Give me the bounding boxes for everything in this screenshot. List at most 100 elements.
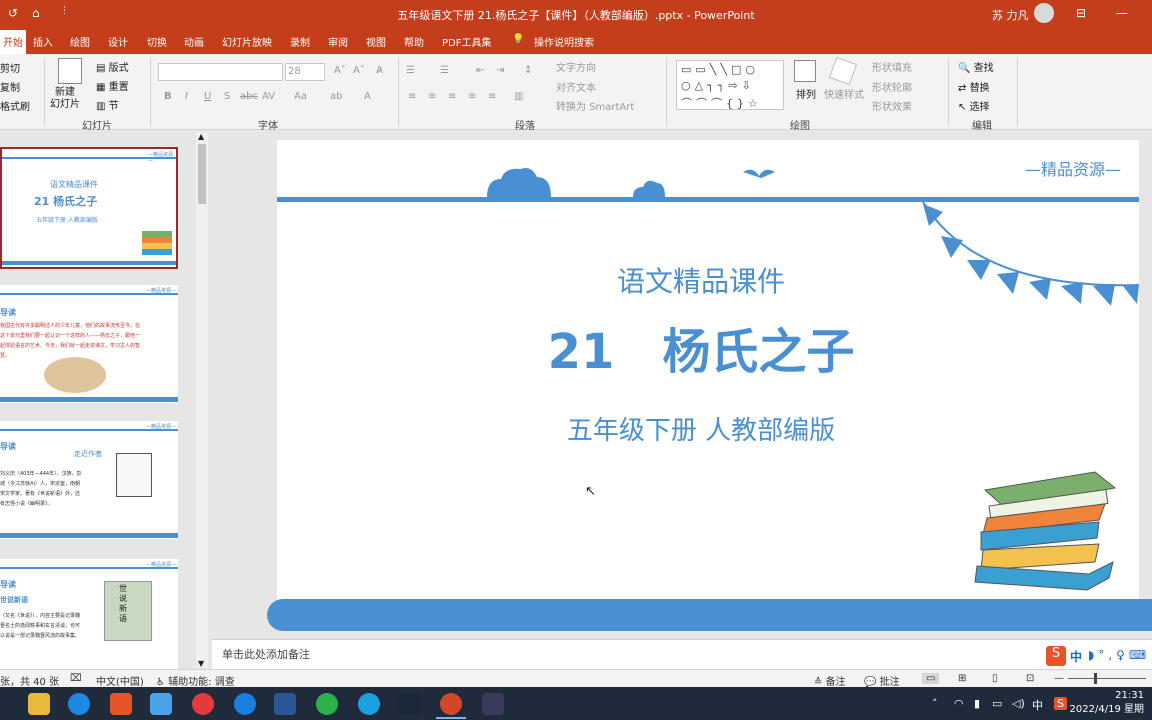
comments-button[interactable]: 💬 批注 (864, 673, 900, 688)
game-app-icon[interactable] (482, 693, 504, 715)
user-name[interactable]: 苏 力凡 (992, 7, 1029, 23)
steam-icon[interactable] (398, 693, 420, 715)
bold-icon[interactable]: B (164, 91, 172, 102)
system-clock[interactable]: 21:31 2022/4/19 星期 (1070, 689, 1144, 717)
tab-record[interactable]: 录制 (290, 34, 310, 49)
cut-button[interactable]: 剪切 (0, 60, 20, 75)
scroll-up-icon[interactable]: ▲ (198, 132, 204, 141)
grow-font-icon[interactable]: A˄ (334, 65, 346, 76)
convert-smartart-button[interactable]: 转换为 SmartArt (556, 98, 634, 113)
replace-button[interactable]: ⇄ 替换 (958, 79, 990, 94)
change-case-icon[interactable]: Aa (294, 91, 307, 102)
ime-toolbar[interactable]: S 中 ◗°,♀⌨ (1044, 644, 1152, 668)
columns-icon[interactable]: ▥ (514, 91, 523, 102)
scrollbar-thumb[interactable] (198, 144, 206, 204)
accessibility-status[interactable]: ♿ 辅助功能: 调查 (156, 673, 235, 688)
tab-review[interactable]: 审阅 (328, 34, 348, 49)
tab-help[interactable]: 帮助 (404, 34, 424, 49)
slide-subtitle[interactable]: 语文精品课件 (277, 260, 1125, 300)
netease-music-icon[interactable] (192, 693, 214, 715)
word-icon[interactable] (274, 693, 296, 715)
shadow-icon[interactable]: S (224, 91, 230, 102)
arrange-button[interactable]: 排列 (796, 86, 816, 101)
strikethrough-icon[interactable]: abc (240, 91, 258, 102)
ime-mode[interactable]: 中 (1070, 648, 1082, 665)
format-painter-button[interactable]: 格式刷 (0, 98, 30, 113)
scroll-down-icon[interactable]: ▼ (198, 659, 204, 668)
zoom-out-icon[interactable]: — (1054, 673, 1064, 684)
underline-icon[interactable]: U (204, 91, 211, 102)
italic-icon[interactable]: I (185, 91, 188, 102)
increase-indent-icon[interactable]: ⇥ (496, 65, 504, 76)
font-color-icon[interactable]: A (364, 91, 371, 102)
align-center-icon[interactable]: ≡ (428, 91, 436, 102)
highlight-icon[interactable]: ab (330, 91, 342, 102)
notes-button[interactable]: ≙ 备注 (814, 673, 846, 688)
tell-me-search[interactable]: 操作说明搜索 (534, 34, 594, 49)
new-slide-icon[interactable] (58, 58, 82, 84)
tab-pdf-tools[interactable]: PDF工具集 (442, 34, 491, 49)
shape-outline-button[interactable]: 形状轮廓 (872, 79, 912, 94)
wechat-icon[interactable] (316, 693, 338, 715)
zoom-slider-thumb[interactable] (1094, 673, 1097, 684)
section-button[interactable]: ▥ 节 (96, 97, 119, 112)
reset-button[interactable]: ▦ 重置 (96, 78, 129, 93)
tab-home[interactable]: 开始 (0, 30, 26, 54)
current-slide[interactable]: —精品资源— 语文精品课件 21 杨氏之子 五年级下册 人教部编版 (277, 140, 1139, 628)
font-size-combo[interactable]: 28 (285, 63, 325, 81)
mic-icon[interactable]: ▮ (974, 697, 980, 710)
clear-format-icon[interactable]: A̷ (376, 65, 383, 76)
slide-thumbnail-4[interactable]: —精品资源— 导读 世说新语 （又名《世说》），内容主要是记录魏晋名士的逸闻轶事… (0, 559, 178, 669)
slide-thumbnail-3[interactable]: —精品资源— 导读 走近作者 刘义庆（403年—444年），汉族，彭城（今江苏徐… (0, 421, 178, 539)
align-right-icon[interactable]: ≡ (448, 91, 456, 102)
bullets-icon[interactable]: ☰ (406, 65, 415, 76)
align-text-button[interactable]: 对齐文本 (556, 79, 596, 94)
slide-grade[interactable]: 五年级下册 人教部编版 (277, 410, 1125, 447)
ime-indicator[interactable]: 中 (1032, 697, 1043, 713)
tab-slideshow[interactable]: 幻灯片放映 (222, 34, 272, 49)
zoom-slider[interactable] (1068, 678, 1146, 679)
char-spacing-icon[interactable]: AV (262, 91, 275, 102)
slide-title[interactable]: 21 杨氏之子 (277, 312, 1125, 382)
tray-chevron-icon[interactable]: ˄ (932, 697, 938, 710)
ime-tool-icons[interactable]: ◗°,♀⌨ (1088, 648, 1150, 662)
shape-fill-button[interactable]: 形状填充 (872, 59, 912, 74)
reading-view-icon[interactable]: ▯ (992, 673, 998, 684)
find-button[interactable]: 🔍 查找 (958, 59, 994, 74)
shapes-gallery[interactable]: ▭▭╲╲□○ ○△┐┐⇨⇩ ⌒⌒⌒{}☆ (676, 60, 784, 110)
office-icon[interactable] (110, 693, 132, 715)
bilibili-icon[interactable] (150, 693, 172, 715)
tab-transitions[interactable]: 切换 (147, 34, 167, 49)
avatar[interactable] (1034, 3, 1054, 23)
slide-sorter-icon[interactable]: ⊞ (958, 673, 966, 684)
tab-animations[interactable]: 动画 (184, 34, 204, 49)
edge-icon[interactable] (68, 693, 90, 715)
volume-icon[interactable]: ◁) (1012, 697, 1025, 710)
sogou-ime-icon[interactable]: S (1046, 646, 1066, 666)
new-slide-button[interactable]: 新建 幻灯片 (50, 87, 80, 111)
justify-icon[interactable]: ≡ (468, 91, 476, 102)
notes-placeholder[interactable]: 单击此处添加备注 (222, 646, 310, 662)
tab-insert[interactable]: 插入 (33, 34, 53, 49)
slide-thumbnail-2[interactable]: —精品资源— 导读 我国古代有许多聪明过人的少年儿童，他们的故事流传至今。在这个… (0, 285, 178, 403)
browser-icon[interactable] (358, 693, 380, 715)
slide-thumbnail-1[interactable]: —精品资源— 语文精品课件 21 杨氏之子 五年级下册 人教部编版 (0, 147, 178, 269)
p-app-icon[interactable] (234, 693, 256, 715)
arrange-icon[interactable] (794, 60, 816, 82)
numbering-icon[interactable]: ☰ (440, 65, 449, 76)
copy-button[interactable]: 复制 (0, 79, 20, 94)
tab-draw[interactable]: 绘图 (70, 34, 90, 49)
shrink-font-icon[interactable]: A˅ (353, 65, 365, 76)
layout-button[interactable]: ▤ 版式 (96, 59, 129, 74)
select-button[interactable]: ↖ 选择 (958, 98, 990, 113)
sogou-tray-icon[interactable]: S (1054, 697, 1067, 710)
shape-effect-button[interactable]: 形状效果 (872, 98, 912, 113)
decrease-indent-icon[interactable]: ⇤ (476, 65, 484, 76)
normal-view-icon[interactable]: ▭ (922, 673, 940, 684)
powerpoint-icon[interactable] (440, 693, 462, 715)
align-left-icon[interactable]: ≡ (408, 91, 416, 102)
slideshow-icon[interactable]: ⊡ (1026, 673, 1034, 684)
quick-styles-icon[interactable] (828, 56, 858, 86)
distributed-icon[interactable]: ≡ (488, 91, 496, 102)
file-explorer-icon[interactable] (28, 693, 50, 715)
